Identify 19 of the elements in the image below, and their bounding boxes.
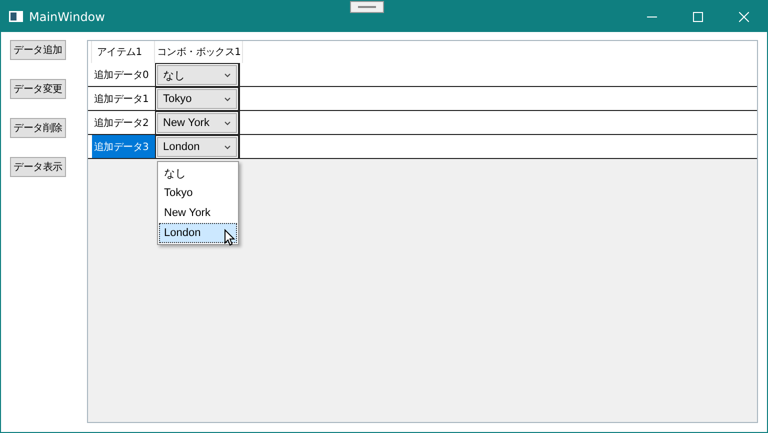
action-button[interactable]: データ表示: [10, 157, 66, 177]
combo-box[interactable]: London: [157, 137, 237, 157]
window-title: MainWindow: [29, 10, 105, 24]
action-button[interactable]: データ削除: [10, 118, 66, 138]
dropdown-option[interactable]: London: [159, 223, 237, 243]
combo-box[interactable]: なし: [157, 65, 237, 85]
drag-handle-icon[interactable]: [350, 1, 384, 13]
window-icon: [9, 11, 23, 22]
table-cell[interactable]: 追加データ3: [92, 135, 155, 158]
maximize-icon: [693, 12, 703, 22]
action-button[interactable]: データ追加: [10, 40, 66, 60]
chevron-down-icon: [224, 120, 231, 126]
combo-box[interactable]: Tokyo: [157, 89, 237, 109]
chevron-down-icon: [224, 96, 231, 102]
chevron-down-icon: [224, 144, 231, 150]
close-icon: [739, 12, 749, 22]
combo-box[interactable]: New York: [157, 113, 237, 133]
action-button[interactable]: データ変更: [10, 79, 66, 99]
chevron-down-icon: [224, 72, 231, 78]
